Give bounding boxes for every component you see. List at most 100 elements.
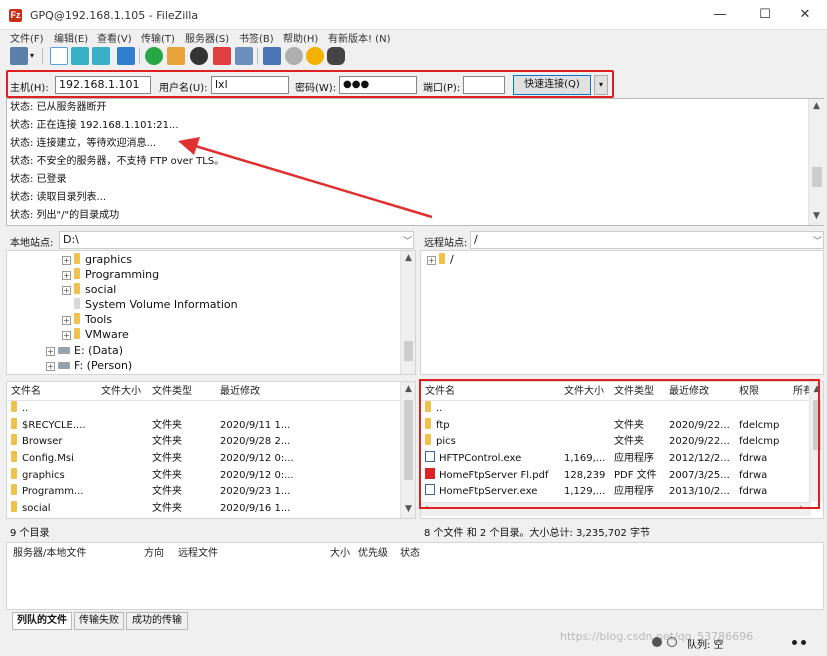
tab-failed-transfers[interactable]: 传输失败 — [74, 612, 124, 630]
directory-compare-icon[interactable] — [263, 47, 281, 65]
close-button[interactable]: ✕ — [795, 8, 815, 22]
scroll-thumb[interactable] — [404, 341, 413, 361]
password-input[interactable]: ●●● — [339, 76, 417, 94]
table-row[interactable]: Programm... 文件夹 2020/9/23 1... — [7, 484, 399, 501]
tree-item-root[interactable]: + / — [427, 252, 454, 267]
sync-browse-icon[interactable] — [306, 47, 324, 65]
file-name: $RECYCLE.... — [22, 420, 86, 431]
table-row[interactable]: social 文件夹 2020/9/16 1... — [7, 501, 399, 518]
expand-icon[interactable]: + — [427, 256, 436, 265]
remote-directory-tree[interactable]: + / — [420, 250, 824, 375]
tree-item-drive-e[interactable]: + E: (Data) — [46, 343, 123, 358]
local-list-scrollbar[interactable]: ▲ ▼ — [400, 382, 415, 518]
expand-icon[interactable]: + — [62, 331, 71, 340]
tree-item-programming[interactable]: + Programming — [62, 267, 159, 282]
queue-header-remote-file[interactable]: 远程文件 — [178, 547, 218, 561]
clock-icon — [667, 637, 677, 647]
remote-site-input[interactable]: / — [470, 231, 824, 249]
maximize-button[interactable]: ☐ — [755, 8, 775, 22]
scroll-down-icon[interactable]: ▼ — [809, 211, 824, 221]
column-header-filetype[interactable]: 文件类型 — [152, 385, 192, 399]
filter-icon[interactable] — [167, 47, 185, 65]
local-site-input[interactable]: D:\ — [59, 231, 414, 249]
folder-icon — [74, 313, 80, 324]
expand-icon[interactable]: + — [46, 347, 55, 356]
local-directory-tree[interactable]: + graphics + Programming + social System Vo… — [6, 250, 416, 375]
local-site-dropdown-icon[interactable]: ﹀ — [403, 234, 412, 247]
table-row[interactable]: $RECYCLE.... 文件夹 2020/9/11 1... — [7, 418, 399, 435]
minimize-button[interactable]: — — [710, 8, 730, 22]
queue-header-priority[interactable]: 优先级 — [358, 547, 388, 561]
menu-edit[interactable]: 编辑(E) — [54, 30, 88, 45]
tab-successful-transfers[interactable]: 成功的传输 — [126, 612, 188, 630]
annotation-arrow — [178, 137, 433, 219]
file-name: Programm... — [22, 486, 84, 497]
queue-header-status[interactable]: 状态 — [400, 547, 420, 561]
port-input[interactable] — [463, 76, 505, 94]
folder-icon — [11, 418, 17, 429]
queue-header-server-local[interactable]: 服务器/本地文件 — [13, 547, 86, 561]
tree-item-social[interactable]: + social — [62, 282, 116, 297]
menu-new-version[interactable]: 有新版本! (N) — [328, 30, 390, 45]
scroll-up-icon[interactable]: ▲ — [401, 253, 416, 263]
remote-site-dropdown-icon[interactable]: ﹀ — [813, 234, 822, 247]
column-header-filename[interactable]: 文件名 — [11, 385, 41, 399]
disconnect-icon[interactable] — [213, 47, 231, 65]
username-input[interactable]: lxl — [211, 76, 289, 94]
scroll-thumb[interactable] — [404, 400, 413, 480]
menu-server[interactable]: 服务器(S) — [185, 30, 229, 45]
refresh-icon[interactable] — [145, 47, 163, 65]
quickconnect-dropdown-icon[interactable]: ▾ — [594, 75, 608, 95]
tree-item-system-volume-information[interactable]: System Volume Information — [74, 297, 238, 312]
menu-view[interactable]: 查看(V) — [97, 30, 132, 45]
menu-bookmarks[interactable]: 书签(B) — [239, 30, 274, 45]
expand-icon[interactable]: + — [62, 286, 71, 295]
table-row[interactable]: Browser 文件夹 2020/9/28 2... — [7, 434, 399, 451]
host-input[interactable]: 192.168.1.101 — [55, 76, 151, 94]
quickconnect-button[interactable]: 快速连接(Q) — [513, 75, 591, 95]
transfer-queue-icon[interactable] — [117, 47, 135, 65]
message-log-icon[interactable] — [50, 47, 68, 65]
table-row[interactable]: Config.Msi 文件夹 2020/9/12 0:... — [7, 451, 399, 468]
menu-help[interactable]: 帮助(H) — [283, 30, 318, 45]
remote-tree-icon[interactable] — [92, 47, 110, 65]
tree-item-graphics[interactable]: + graphics — [62, 252, 132, 267]
local-tree-scrollbar[interactable]: ▲ — [400, 251, 415, 374]
tab-queued-files[interactable]: 列队的文件 — [12, 612, 72, 630]
site-manager-dropdown-icon[interactable]: ▾ — [30, 51, 34, 60]
table-row[interactable]: .. — [7, 401, 399, 418]
expand-icon[interactable]: + — [62, 316, 71, 325]
column-header-filesize[interactable]: 文件大小 — [101, 385, 141, 399]
local-file-list[interactable]: 文件名 文件大小 文件类型 最近修改 .. $RECYCLE.... 文件夹 2… — [6, 381, 416, 519]
column-header-modified[interactable]: 最近修改 — [220, 385, 260, 399]
scroll-thumb[interactable] — [812, 167, 822, 187]
folder-icon — [11, 501, 17, 512]
search-icon[interactable] — [285, 47, 303, 65]
transfer-queue[interactable]: 服务器/本地文件 方向 远程文件 大小 优先级 状态 — [6, 542, 824, 610]
menu-transfer[interactable]: 传输(T) — [141, 30, 175, 45]
tree-item-drive-f[interactable]: + F: (Person) — [46, 358, 132, 373]
scroll-down-icon[interactable]: ▼ — [401, 504, 416, 514]
site-manager-icon[interactable] — [10, 47, 28, 65]
tree-item-tools[interactable]: + Tools — [62, 312, 112, 327]
table-row[interactable]: graphics 文件夹 2020/9/12 0:... — [7, 468, 399, 485]
cancel-icon[interactable] — [190, 47, 208, 65]
scroll-up-icon[interactable]: ▲ — [401, 384, 416, 394]
tree-item-label: Tools — [85, 313, 113, 326]
queue-header-size[interactable]: 大小 — [330, 547, 350, 561]
expand-icon[interactable]: + — [46, 362, 55, 371]
drive-icon — [58, 347, 70, 354]
log-scrollbar[interactable]: ▲ ▼ — [808, 99, 824, 225]
reconnect-icon[interactable] — [235, 47, 253, 65]
local-tree-icon[interactable] — [71, 47, 89, 65]
tree-item-vmware[interactable]: + VMware — [62, 327, 129, 342]
file-name: social — [22, 503, 51, 514]
scroll-up-icon[interactable]: ▲ — [809, 101, 824, 111]
file-type: 文件夹 — [152, 486, 182, 497]
binoculars-icon[interactable] — [327, 47, 345, 65]
queue-header-direction[interactable]: 方向 — [144, 547, 164, 561]
file-name: Config.Msi — [22, 453, 74, 464]
expand-icon[interactable]: + — [62, 256, 71, 265]
expand-icon[interactable]: + — [62, 271, 71, 280]
menu-file[interactable]: 文件(F) — [10, 30, 44, 45]
